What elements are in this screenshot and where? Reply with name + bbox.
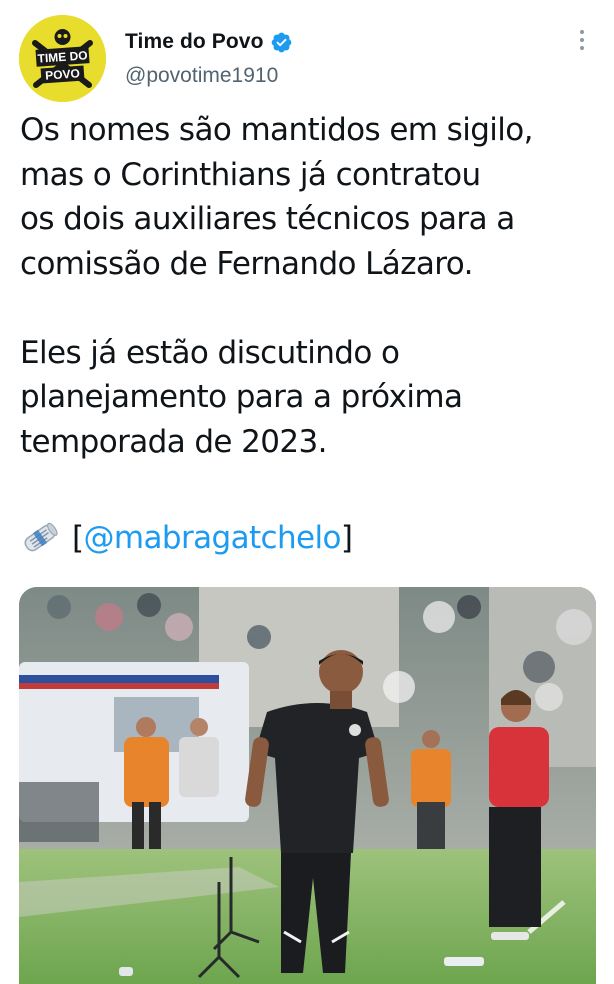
account-handle[interactable]: @povotime1910: [125, 64, 278, 88]
verified-badge-icon: [270, 31, 293, 54]
source-bracket-close: ]: [340, 520, 353, 556]
time-do-povo-logo: TIME DO POVO: [19, 15, 106, 102]
source-credit: [ @mabragatchelo ]: [20, 516, 353, 560]
avatar-logo-text-bottom: POVO: [45, 66, 81, 82]
tweet-text-line: comissão de Fernando Lázaro.: [20, 245, 473, 282]
tweet-text-line: Os nomes são mantidos em sigilo,: [20, 112, 534, 148]
name-row: Time do Povo: [125, 29, 293, 55]
source-bracket-open: [: [72, 520, 84, 556]
tweet-text-line: planejamento para a próxima: [20, 379, 463, 415]
football-coach-photo: [19, 587, 596, 984]
avatar[interactable]: TIME DO POVO: [19, 15, 106, 102]
tweet-text-line: Eles já estão discutindo o: [20, 334, 400, 371]
tweet-text-line: mas o Corinthians já contratou: [20, 156, 481, 193]
tweet-header: TIME DO POVO Time do Povo @povotime1910: [0, 0, 614, 110]
display-name[interactable]: Time do Povo: [125, 30, 264, 54]
more-options-icon[interactable]: [572, 30, 592, 56]
tweet-text: Os nomes são mantidos em sigilo, mas o C…: [20, 108, 600, 464]
source-mention-link[interactable]: @mabragatchelo: [84, 520, 342, 556]
rolled-newspaper-icon: [20, 518, 60, 558]
tweet-photo[interactable]: [19, 587, 596, 984]
tweet-text-line: temporada de 2023.: [20, 423, 327, 460]
tweet-text-line: os dois auxiliares técnicos para a: [20, 201, 515, 237]
